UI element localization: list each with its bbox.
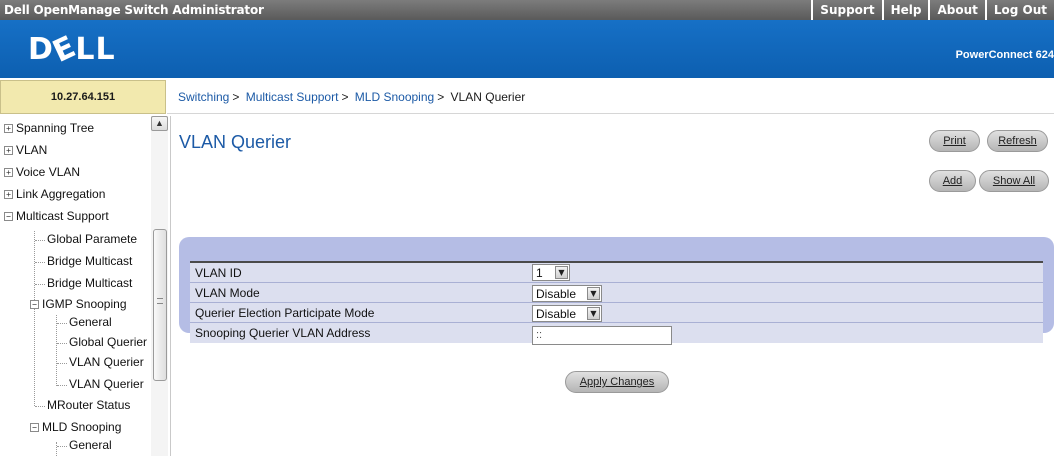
sidebar-item-mld-general[interactable]: General [69, 438, 112, 452]
sidebar-item-spanning-tree[interactable]: + Spanning Tree [4, 121, 94, 135]
sidebar-item-igmp-snooping[interactable]: − IGMP Snooping [30, 297, 127, 311]
page-title: VLAN Querier [179, 132, 292, 152]
ip-address: 10.27.64.151 [0, 80, 166, 114]
tree-branch [57, 343, 67, 344]
vlan-mode-row: VLAN Mode [190, 283, 1043, 303]
breadcrumb: Switching > Multicast Support > MLD Snoopi… [178, 90, 526, 104]
expand-icon[interactable]: + [4, 190, 13, 199]
tree-branch [35, 284, 45, 285]
tree-branch [35, 406, 45, 407]
app-title: Dell OpenManage Switch Administrator [4, 3, 264, 17]
expand-icon[interactable]: + [4, 146, 13, 155]
sidebar-item-vlan-querier-2[interactable]: VLAN Querier [69, 377, 144, 391]
banner: DELL PowerConnect 624 [0, 20, 1054, 78]
expand-icon[interactable]: + [4, 168, 13, 177]
dell-logo: DELL [28, 29, 116, 70]
vlan-mode-select[interactable]: Disable ▼ [532, 285, 602, 302]
tree-guide-line [34, 231, 35, 406]
sidebar-item-igmp-general[interactable]: General [69, 315, 112, 329]
scrollbar-grip-icon [157, 298, 163, 304]
vlan-id-select[interactable]: 1 ▼ [532, 264, 570, 281]
chevron-down-icon[interactable]: ▼ [587, 307, 600, 320]
breadcrumb-bar: Switching > Multicast Support > MLD Snoopi… [167, 80, 1054, 114]
sidebar-item-bridge-multicast-2[interactable]: Bridge Multicast [47, 276, 132, 290]
chevron-down-icon[interactable]: ▼ [555, 266, 568, 279]
refresh-button[interactable]: Refresh [987, 130, 1048, 152]
collapse-icon[interactable]: − [30, 423, 39, 432]
sidebar-tree: + Spanning Tree + VLAN + Voice VLAN + Link A… [0, 116, 171, 456]
tree-branch [57, 446, 67, 447]
querier-election-label: Querier Election Participate Mode [195, 306, 375, 320]
add-button[interactable]: Add [929, 170, 976, 192]
sidebar-item-link-aggregation[interactable]: + Link Aggregation [4, 187, 105, 201]
vlan-id-label: VLAN ID [195, 266, 242, 280]
top-bar: Dell OpenManage Switch Administrator Sup… [0, 0, 1054, 20]
tree-branch [57, 385, 67, 386]
vlan-mode-label: VLAN Mode [195, 286, 260, 300]
querier-election-select[interactable]: Disable ▼ [532, 305, 602, 322]
about-link[interactable]: About [928, 0, 984, 20]
top-links: Support Help About Log Out [811, 0, 1054, 20]
sidebar-item-global-parameters[interactable]: Global Paramete [47, 232, 137, 246]
sidebar-item-mld-snooping[interactable]: − MLD Snooping [30, 420, 121, 434]
breadcrumb-multicast-support[interactable]: Multicast Support [246, 90, 339, 104]
scrollbar-thumb[interactable] [153, 229, 167, 381]
snooping-address-label: Snooping Querier VLAN Address [195, 326, 371, 340]
sidebar-item-voice-vlan[interactable]: + Voice VLAN [4, 165, 80, 179]
logout-link[interactable]: Log Out [984, 0, 1054, 20]
sidebar-item-bridge-multicast-1[interactable]: Bridge Multicast [47, 254, 132, 268]
sidebar-item-vlan[interactable]: + VLAN [4, 143, 47, 157]
sidebar-item-multicast-support[interactable]: − Multicast Support [4, 209, 109, 223]
tree-branch [35, 262, 45, 263]
chevron-down-icon[interactable]: ▼ [587, 287, 600, 300]
sidebar-item-global-querier[interactable]: Global Querier [69, 335, 147, 349]
snooping-address-input[interactable]: :: [532, 326, 672, 345]
help-link[interactable]: Help [881, 0, 929, 20]
tree-branch [57, 323, 67, 324]
breadcrumb-switching[interactable]: Switching [178, 90, 229, 104]
switch-model: PowerConnect 624 [955, 49, 1054, 61]
breadcrumb-mld-snooping[interactable]: MLD Snooping [355, 90, 434, 104]
tree-guide-line [56, 442, 57, 456]
sidebar-item-vlan-querier-1[interactable]: VLAN Querier [69, 355, 144, 369]
tree-guide-line [56, 315, 57, 386]
scroll-up-arrow-icon[interactable]: ▲ [151, 116, 168, 131]
print-button[interactable]: Print [929, 130, 980, 152]
querier-election-row: Querier Election Participate Mode [190, 303, 1043, 323]
apply-changes-button[interactable]: Apply Changes [565, 371, 669, 393]
show-all-button[interactable]: Show All [979, 170, 1049, 192]
vlan-id-row: VLAN ID [190, 263, 1043, 283]
collapse-icon[interactable]: − [4, 212, 13, 221]
collapse-icon[interactable]: − [30, 300, 39, 309]
expand-icon[interactable]: + [4, 124, 13, 133]
sidebar-item-mrouter-status[interactable]: MRouter Status [47, 398, 130, 412]
support-link[interactable]: Support [811, 0, 881, 20]
tree-branch [57, 363, 67, 364]
breadcrumb-current: VLAN Querier [450, 90, 526, 104]
tree-branch [35, 240, 45, 241]
